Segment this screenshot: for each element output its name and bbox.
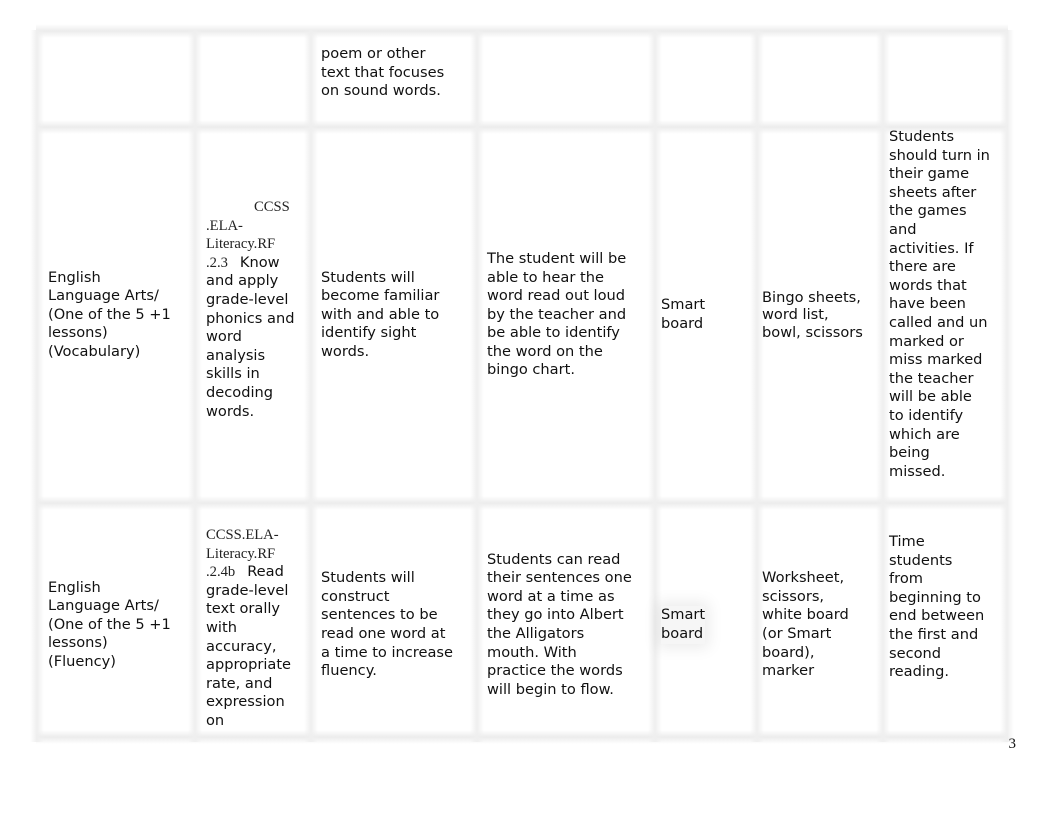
materials-cell: Bingo sheets, word list, bowl, scissors [762,130,882,500]
standard-code-line: .2.4b [206,564,236,581]
assessment-cell: Students can read their sentences one wo… [487,510,657,740]
materials-cell: Worksheet, scissors, white board (or Sma… [762,510,882,740]
page-number: 3 [1008,736,1017,752]
standard-cell: CCSS .ELA- Literacy.RF .2.3 Know and appl… [206,198,316,421]
table-border [470,30,484,742]
document-page: poem or other text that focuses on sound… [0,0,1062,822]
subject-text: English Language Arts/ (One of the 5 +1 … [48,578,171,670]
assessment-text: Students can read their sentences one wo… [487,550,632,698]
standard-code-line: .2.3 [206,254,228,271]
standard-text: Know and apply grade-level phonics and w… [206,253,295,420]
objective-text: Students will become familiar with and a… [321,268,440,360]
technology-text: Smart board [661,606,706,644]
standard-code-line: CCSS [254,199,290,215]
objective-cell: Students will construct sentences to be … [321,510,471,740]
technology-text: Smart board [661,296,706,332]
standard-code-line: CCSS.ELA- [206,527,279,543]
evaluation-cell: Time students from beginning to end betw… [889,533,985,681]
technology-cell: Smart board [661,130,751,500]
technology-cell: Smart board [661,510,751,740]
standard-code-line: .ELA- [206,217,243,234]
assessment-text: The student will be able to hear the wor… [487,249,627,379]
standard-code-line: Literacy.RF [206,545,276,562]
evaluation-cell: Students should turn in their game sheet… [889,128,990,480]
table-border [36,24,1008,38]
subject-cell: English Language Arts/ (One of the 5 +1 … [48,510,198,740]
table-border [30,30,44,742]
subject-text: English Language Arts/ (One of the 5 +1 … [48,268,171,360]
objective-cell: poem or other text that focuses on sound… [321,45,445,100]
standard-text: Read grade-level text orally with accura… [206,563,292,729]
materials-text: Worksheet, scissors, white board (or Sma… [762,569,849,680]
standard-code-line: Literacy.RF [206,236,276,253]
materials-text: Bingo sheets, word list, bowl, scissors [762,288,863,341]
assessment-cell: The student will be able to hear the wor… [487,130,657,500]
objective-cell: Students will become familiar with and a… [321,130,471,500]
subject-cell: English Language Arts/ (One of the 5 +1 … [48,130,198,500]
standard-cell: CCSS.ELA- Literacy.RF .2.4b Read grade-le… [206,526,316,731]
objective-text: Students will construct sentences to be … [321,569,453,680]
